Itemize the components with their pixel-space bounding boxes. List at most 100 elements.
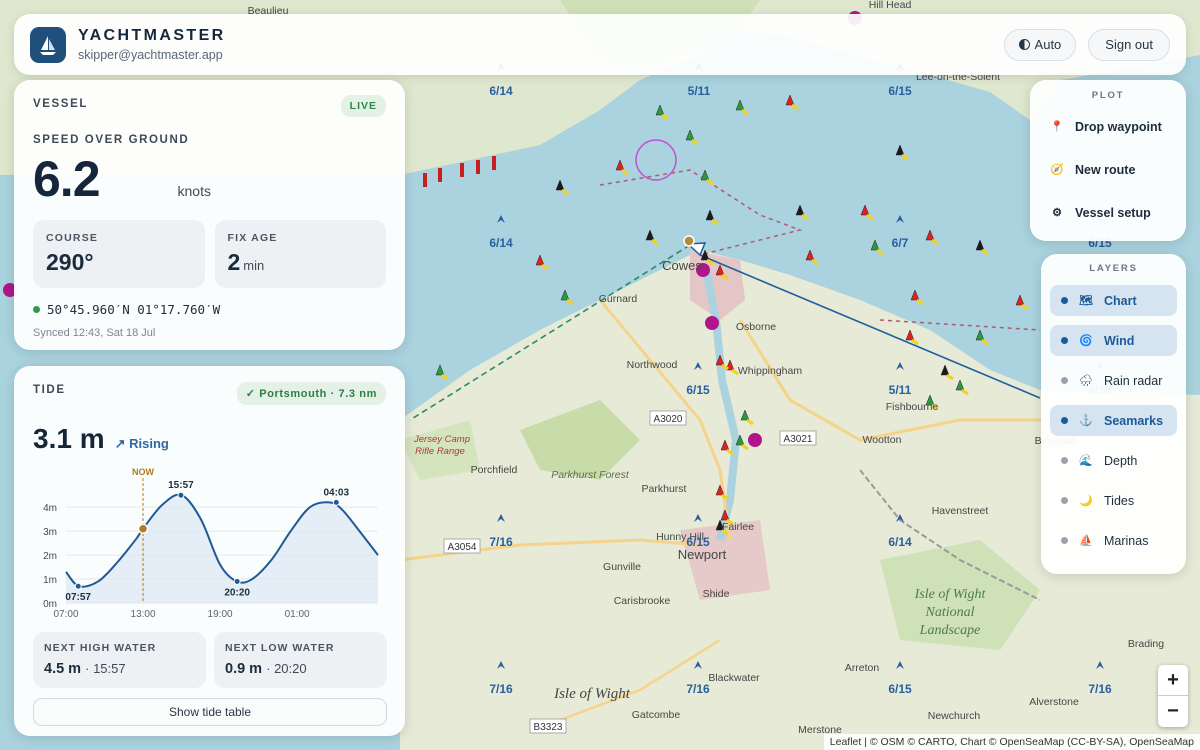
layer-rain-radar-toggle[interactable]: 🌧 Rain radar (1050, 365, 1177, 396)
theme-toggle-button[interactable]: Auto (1003, 28, 1077, 61)
fix-age-value-row: 2 min (228, 249, 374, 276)
tidal-stream-label: 7/16 (1088, 682, 1112, 696)
tidal-stream-label: 6/14 (489, 236, 513, 250)
map-place-label: Newchurch (928, 710, 981, 722)
map-place-label: Fairlee (722, 521, 754, 533)
layer-status-dot (1061, 417, 1068, 424)
map-attribution[interactable]: Leaflet | © OSM © CARTO, Chart © OpenSea… (823, 734, 1200, 750)
layer-chart-toggle[interactable]: 🗺 Chart (1050, 285, 1177, 316)
sog-value: 6.2 (33, 151, 101, 207)
tide-extreme-point (177, 491, 185, 499)
layer-status-dot (1061, 297, 1068, 304)
layers-menu-title: LAYERS (1089, 263, 1138, 274)
layer-depth-label: Depth (1104, 453, 1138, 468)
position-row: 50°45.960′N 01°17.760′W (33, 302, 386, 317)
range-label: Jersey Camp (413, 434, 470, 445)
layer-status-dot (1061, 337, 1068, 344)
header-actions: Auto Sign out (1003, 28, 1170, 61)
map-place-label: Brading (1128, 638, 1164, 650)
map-icon: 🗺 (1079, 295, 1093, 307)
map-place-label: Gunville (603, 561, 641, 573)
app-header: YACHTMASTER skipper@yachtmaster.app Auto… (14, 14, 1186, 75)
sog-unit: knots (177, 183, 211, 199)
tidal-stream-label: 5/11 (688, 84, 711, 98)
live-badge: LIVE (340, 95, 386, 117)
layer-status-dot (1061, 457, 1068, 464)
layer-depth-toggle[interactable]: 🌊 Depth (1050, 445, 1177, 476)
next-low-water-label: NEXT LOW WATER (225, 642, 335, 654)
zoom-out-button[interactable]: − (1158, 696, 1188, 727)
tide-extreme-label: 07:57 (65, 592, 91, 603)
map-place-label: Gurnard (599, 293, 638, 305)
map-place-label: Alverstone (1029, 696, 1079, 708)
tide-extreme-point (74, 582, 82, 590)
pile-marker (438, 168, 442, 182)
layer-wind-label: Wind (1104, 333, 1135, 348)
layer-seamarks-toggle[interactable]: ⚓ Seamarks (1050, 405, 1177, 436)
tide-extreme-label: 04:03 (323, 487, 349, 498)
layer-status-dot (1061, 497, 1068, 504)
road-label: A3020 (654, 414, 683, 425)
drop-waypoint-button[interactable]: 📍 Drop waypoint (1030, 105, 1186, 148)
tide-extreme-point (332, 498, 340, 506)
rain-icon: 🌧 (1079, 375, 1093, 387)
marina-marker (748, 433, 762, 447)
map-place-label: Osborne (736, 321, 776, 333)
plot-menu: PLOT 📍 Drop waypoint 🧭 New route ⚙ Vesse… (1030, 80, 1186, 241)
tide-station-badge[interactable]: ✓ Portsmouth · 7.3 nm (236, 382, 386, 405)
map-place-label: Cowes (662, 258, 702, 273)
tide-x-tick: 01:00 (285, 609, 310, 620)
layer-status-dot (1061, 377, 1068, 384)
pile-marker (423, 173, 427, 187)
layer-status-dot (1061, 537, 1068, 544)
tidal-stream-label: 6/15 (686, 383, 710, 397)
new-route-button[interactable]: 🧭 New route (1030, 148, 1186, 191)
map-place-label: Havenstreet (932, 505, 989, 517)
show-tide-table-button[interactable]: Show tide table (33, 698, 387, 726)
vessel-setup-button[interactable]: ⚙ Vessel setup (1030, 191, 1186, 234)
brand-block: YACHTMASTER skipper@yachtmaster.app (78, 27, 226, 62)
next-low-water-value-row: 0.9 m · 20:20 (225, 661, 376, 677)
park-label: Isle of Wight (914, 587, 987, 602)
pin-icon: 📍 (1050, 121, 1064, 133)
layers-menu: LAYERS 🗺 Chart 🌀 Wind 🌧 Rain radar ⚓ Sea… (1041, 254, 1186, 574)
tide-panel: TIDE ✓ Portsmouth · 7.3 nm 3.1 m ↗ Risin… (14, 366, 405, 736)
tidal-stream-label: 6/15 (888, 84, 912, 98)
map-place-label: Porchfield (471, 464, 518, 476)
next-high-water-label: NEXT HIGH WATER (44, 642, 157, 654)
map-place-label: Parkhurst Forest (551, 469, 630, 481)
tide-y-tick: 4m (43, 503, 57, 514)
layer-tides-toggle[interactable]: 🌙 Tides (1050, 485, 1177, 516)
layer-wind-toggle[interactable]: 🌀 Wind (1050, 325, 1177, 356)
map-place-label: Hill Head (869, 0, 912, 11)
sign-out-button[interactable]: Sign out (1088, 28, 1170, 61)
fix-age-unit: min (243, 258, 265, 273)
zoom-control: + − (1158, 665, 1188, 727)
tidal-stream-label: 7/16 (489, 682, 513, 696)
tide-y-tick: 2m (43, 551, 57, 562)
vessel-fix-dot (683, 235, 695, 247)
map-place-label: Fishbourne (886, 401, 939, 413)
theme-label: Auto (1034, 37, 1062, 52)
sog-row: 6.2 knots (33, 150, 386, 208)
zoom-in-button[interactable]: + (1158, 665, 1188, 696)
tide-height: 3.1 m (33, 423, 105, 454)
plot-menu-title: PLOT (1091, 90, 1125, 101)
new-route-label: New route (1075, 162, 1136, 177)
map-place-label: Parkhurst (642, 483, 687, 495)
pile-marker (476, 160, 480, 174)
map-place-label: Carisbrooke (614, 595, 671, 607)
map-place-label: Northwood (627, 359, 678, 371)
island-label: Isle of Wight (553, 686, 631, 702)
map-place-label: Wootton (863, 434, 902, 446)
gps-status-dot (33, 306, 40, 313)
next-low-water-box: NEXT LOW WATER 0.9 m · 20:20 (214, 632, 387, 688)
next-high-water-height: 4.5 m (44, 661, 82, 677)
park-label: National (924, 605, 974, 620)
layer-marinas-toggle[interactable]: ⛵ Marinas (1050, 525, 1177, 556)
vessel-setup-label: Vessel setup (1075, 205, 1151, 220)
map-place-label: Blackwater (708, 672, 760, 684)
next-high-water-box: NEXT HIGH WATER 4.5 m · 15:57 (33, 632, 206, 688)
pile-marker (492, 156, 496, 170)
tide-now-label: NOW (132, 467, 155, 477)
